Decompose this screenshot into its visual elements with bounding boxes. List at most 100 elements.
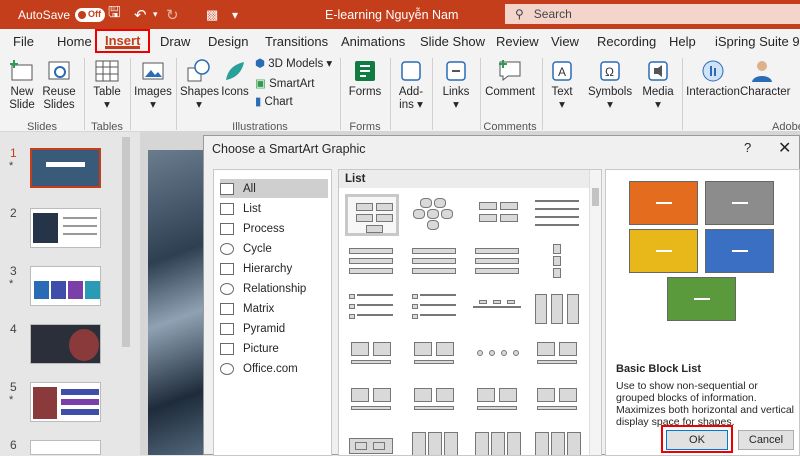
layout-shape [477, 350, 483, 356]
slide-thumbnail-6[interactable] [30, 440, 101, 455]
category-list: All List Process Cycle Hierarchy Relatio… [213, 169, 332, 456]
layout-option[interactable] [408, 290, 462, 332]
layout-shape [412, 258, 456, 264]
reuse-slides-button[interactable]: Reuse Slides [42, 58, 76, 112]
layout-option[interactable] [531, 194, 585, 236]
media-button[interactable]: Media ▾ [640, 58, 676, 112]
autosave-toggle[interactable]: Off [75, 7, 106, 22]
close-icon[interactable]: ✕ [778, 138, 791, 158]
redo-icon[interactable]: ↻ [166, 0, 179, 29]
slide-star-icon: * [9, 160, 14, 172]
undo-icon[interactable]: ↶ [134, 0, 147, 29]
category-hierarchy[interactable]: Hierarchy [220, 259, 328, 278]
text-dropdown-icon: ▾ [559, 99, 565, 111]
layout-option[interactable] [531, 428, 585, 455]
forms-button[interactable]: Forms [346, 58, 384, 99]
layout-option[interactable] [408, 194, 462, 236]
autosave-state: Off [88, 8, 102, 19]
layout-shape [376, 214, 393, 222]
undo-dropdown-icon[interactable]: ▾ [153, 0, 158, 29]
category-relationship[interactable]: Relationship [220, 279, 328, 298]
layout-option[interactable] [471, 242, 525, 284]
layout-option[interactable] [471, 382, 525, 424]
tab-insert[interactable]: Insert [95, 29, 151, 53]
slide-thumbnail-3[interactable] [30, 266, 101, 306]
chart-button[interactable]: ▮ Chart [255, 96, 293, 109]
tab-design[interactable]: Design [208, 29, 248, 54]
3d-models-button[interactable]: ⬢ 3D Models ▾ [255, 58, 332, 71]
tab-animations[interactable]: Animations [341, 29, 405, 54]
links-button[interactable]: Links ▾ [438, 58, 474, 112]
layout-shape [414, 360, 454, 364]
tab-draw[interactable]: Draw [160, 29, 190, 54]
shapes-button[interactable]: Shapes ▾ [180, 58, 219, 112]
layout-option[interactable] [531, 290, 585, 332]
character-button[interactable]: Character [740, 58, 791, 99]
interaction-button[interactable]: Interaction [686, 58, 740, 99]
tab-ispring[interactable]: iSpring Suite 9 [715, 29, 800, 54]
tab-view[interactable]: View [551, 29, 579, 54]
category-list-item[interactable]: List [220, 199, 328, 218]
addins-button[interactable]: Add- ins ▾ [395, 58, 427, 112]
layout-basic-block-list[interactable] [345, 194, 399, 236]
category-picture[interactable]: Picture [220, 339, 328, 358]
autosave[interactable]: AutoSave Off [18, 0, 106, 29]
layout-option[interactable] [471, 428, 525, 455]
slide-thumbnail-1[interactable] [30, 148, 101, 188]
layout-option[interactable] [471, 290, 525, 332]
images-button[interactable]: Images ▾ [134, 58, 172, 112]
table-button[interactable]: Table ▾ [92, 58, 122, 112]
layout-option[interactable] [471, 336, 525, 378]
new-slide-button[interactable]: New Slide [6, 58, 38, 112]
category-label: All [243, 182, 256, 195]
comment-button[interactable]: Comment [485, 58, 535, 99]
category-matrix[interactable]: Matrix [220, 299, 328, 318]
help-button[interactable]: ? [744, 140, 751, 155]
category-cycle[interactable]: Cycle [220, 239, 328, 258]
text-button[interactable]: A Text ▾ [547, 58, 577, 112]
interaction-icon [702, 60, 724, 82]
layout-option[interactable] [471, 194, 525, 236]
layout-option[interactable] [345, 290, 399, 332]
layout-option[interactable] [408, 382, 462, 424]
tab-transitions[interactable]: Transitions [265, 29, 328, 54]
layout-shape [349, 314, 355, 319]
category-process[interactable]: Process [220, 219, 328, 238]
tab-recording[interactable]: Recording [597, 29, 656, 54]
category-office-com[interactable]: Office.com [220, 359, 328, 378]
layout-shape [414, 388, 432, 402]
slide-thumbnail-5[interactable] [30, 382, 101, 422]
layout-option[interactable] [531, 382, 585, 424]
tab-slide-show[interactable]: Slide Show [420, 29, 485, 54]
tab-home[interactable]: Home [57, 29, 92, 54]
layout-option[interactable] [345, 428, 399, 455]
layout-gallery: List [338, 169, 602, 456]
thumbnails-scrollbar[interactable] [122, 137, 130, 347]
layout-option[interactable] [531, 242, 585, 284]
icons-button[interactable]: Icons [220, 58, 250, 99]
category-all[interactable]: All [220, 179, 328, 198]
save-icon[interactable]: 🖫 [108, 0, 121, 29]
tab-review[interactable]: Review [496, 29, 539, 54]
tab-file[interactable]: File [13, 29, 34, 54]
slide-thumbnail-4[interactable] [30, 324, 101, 364]
category-pyramid[interactable]: Pyramid [220, 319, 328, 338]
search-box[interactable]: ⚲ Search [505, 4, 800, 24]
layout-option[interactable] [345, 242, 399, 284]
layout-option[interactable] [408, 242, 462, 284]
tab-help[interactable]: Help [669, 29, 696, 54]
layout-option[interactable] [345, 336, 399, 378]
layout-option[interactable] [345, 382, 399, 424]
hierarchy-icon [220, 262, 234, 275]
layout-option[interactable] [408, 336, 462, 378]
customize-qat-icon[interactable]: ▾ [232, 0, 238, 29]
ok-button[interactable]: OK [666, 430, 728, 450]
present-icon[interactable]: ▩ [206, 0, 218, 29]
layout-option[interactable] [408, 428, 462, 455]
smartart-button[interactable]: ▣ SmartArt [255, 78, 314, 91]
slide-thumbnail-2[interactable] [30, 208, 101, 248]
symbols-button[interactable]: Ω Symbols ▾ [588, 58, 632, 112]
cancel-button[interactable]: Cancel [738, 430, 794, 450]
gallery-scrollbar[interactable] [589, 170, 601, 455]
layout-option[interactable] [531, 336, 585, 378]
